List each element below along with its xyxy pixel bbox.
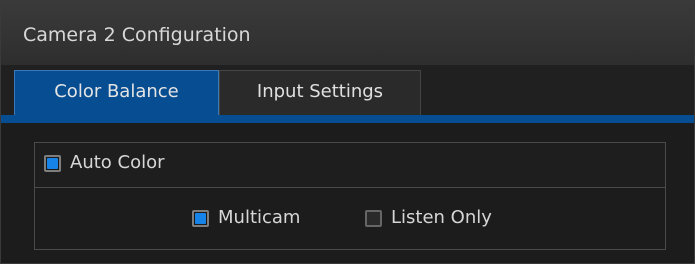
tab-input-settings[interactable]: Input Settings xyxy=(219,70,421,115)
multicam-label: Multicam xyxy=(218,207,301,228)
tab-color-balance[interactable]: Color Balance xyxy=(14,70,219,115)
listen-only-label: Listen Only xyxy=(391,207,492,228)
window-title: Camera 2 Configuration xyxy=(23,24,251,46)
auto-color-checkbox[interactable] xyxy=(44,154,61,172)
auto-color-check-fill xyxy=(47,157,58,169)
auto-color-option[interactable]: Auto Color xyxy=(44,152,165,174)
tab-underline xyxy=(1,115,694,123)
title-bar: Camera 2 Configuration xyxy=(1,1,694,65)
camera-config-window: Camera 2 Configuration Color Balance Inp… xyxy=(0,0,695,264)
listen-only-checkbox[interactable] xyxy=(365,209,382,227)
auto-color-label: Auto Color xyxy=(70,152,165,173)
multicam-check-fill xyxy=(195,212,206,224)
listen-only-option[interactable]: Listen Only xyxy=(365,207,492,229)
tab-strip: Color Balance Input Settings xyxy=(1,65,694,115)
multicam-option[interactable]: Multicam xyxy=(192,207,300,229)
multicam-checkbox[interactable] xyxy=(192,209,209,227)
